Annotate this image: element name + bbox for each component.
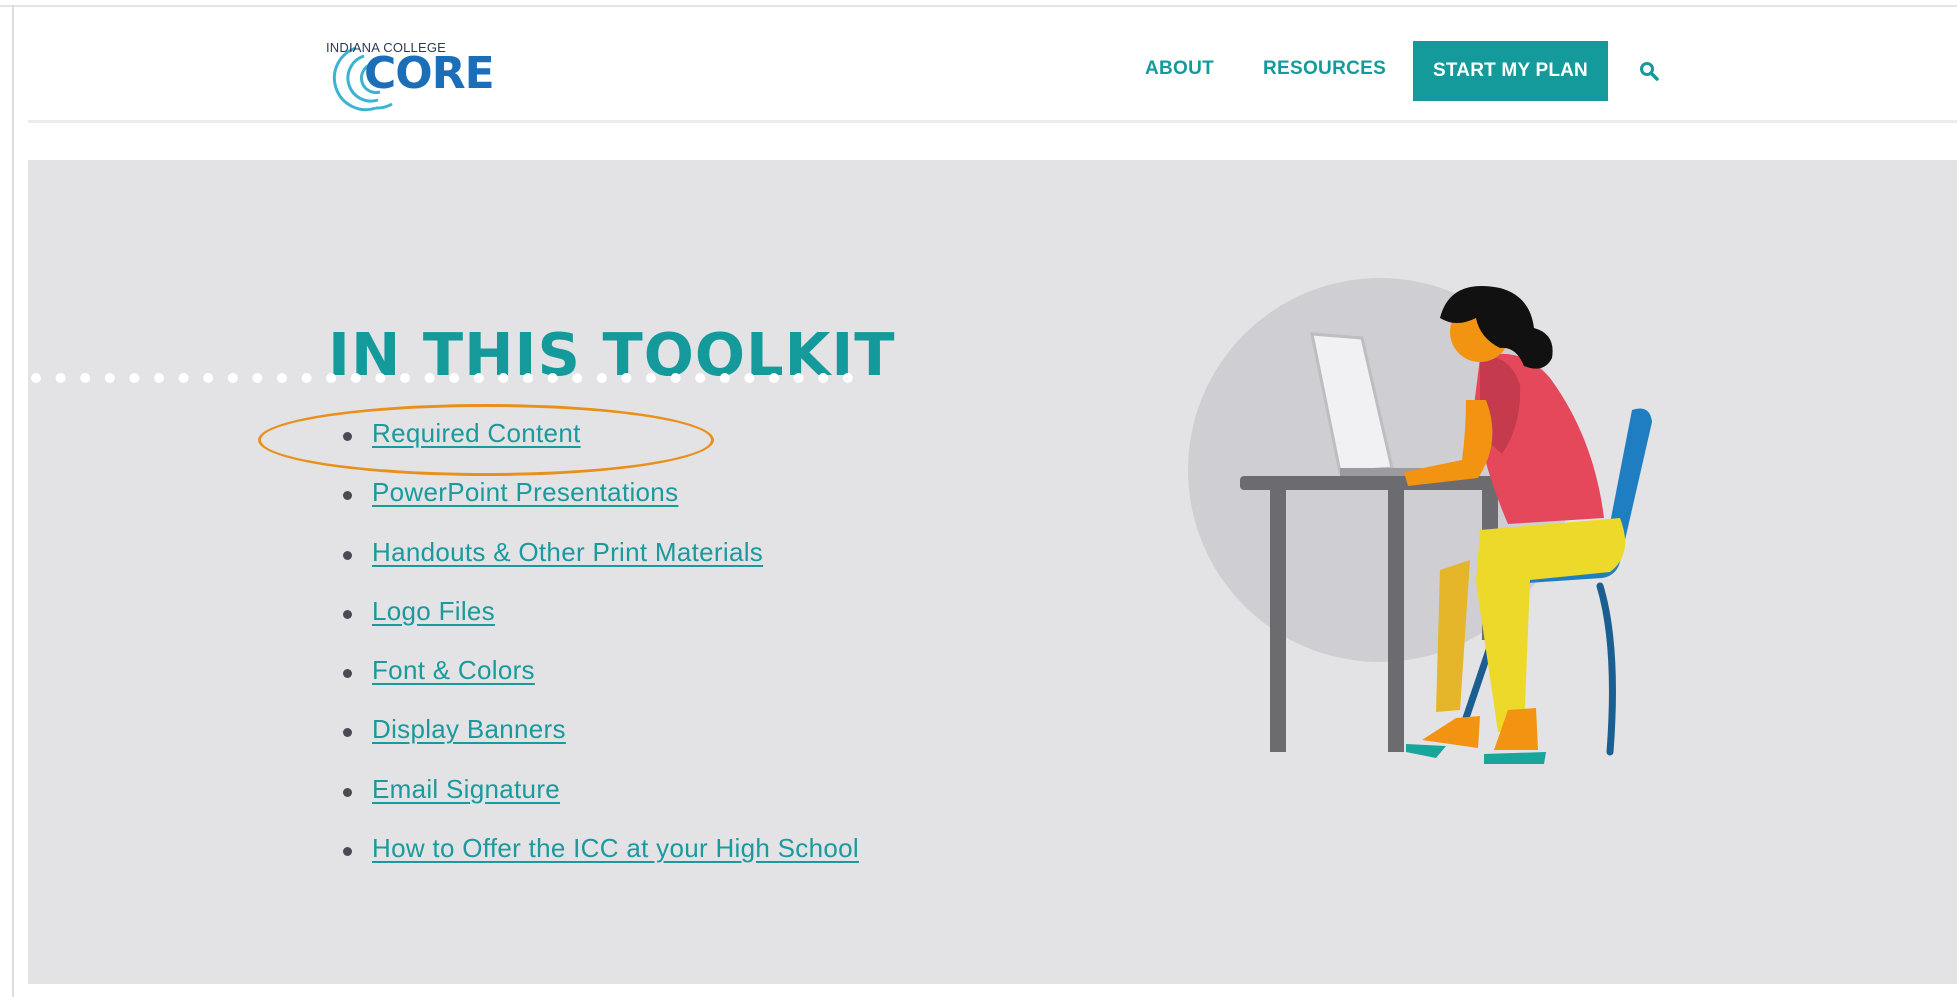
search-icon[interactable] xyxy=(1638,60,1662,84)
bullet-icon xyxy=(343,491,352,501)
link-display-banners[interactable]: Display Banners xyxy=(372,714,566,745)
divider-dot xyxy=(31,373,41,383)
start-my-plan-button[interactable]: START MY PLAN xyxy=(1413,41,1608,101)
divider-dot xyxy=(104,373,115,383)
link-how-to-offer-icc[interactable]: How to Offer the ICC at your High School xyxy=(372,833,859,864)
link-handouts[interactable]: Handouts & Other Print Materials xyxy=(372,537,763,568)
divider-dot xyxy=(793,373,804,383)
divider-dot xyxy=(547,373,558,383)
list-item: Handouts & Other Print Materials xyxy=(343,537,859,596)
bullet-icon xyxy=(343,550,352,560)
divider-dot xyxy=(695,373,706,383)
link-required-content[interactable]: Required Content xyxy=(372,418,581,449)
list-item: Email Signature xyxy=(343,774,859,833)
divider-dot xyxy=(129,373,140,383)
list-item: Display Banners xyxy=(343,714,859,773)
divider-dot xyxy=(178,373,189,383)
divider-dot xyxy=(769,373,779,383)
divider-dot xyxy=(473,373,484,383)
divider-dot xyxy=(55,373,66,383)
list-item: Logo Files xyxy=(343,596,859,655)
link-font-colors[interactable]: Font & Colors xyxy=(372,655,535,686)
header-divider xyxy=(28,120,1957,123)
divider-dot xyxy=(154,373,164,383)
divider-dot xyxy=(449,373,460,383)
bullet-icon xyxy=(343,609,352,619)
link-powerpoint-presentations[interactable]: PowerPoint Presentations xyxy=(372,477,678,508)
list-item: Font & Colors xyxy=(343,655,859,714)
woman-at-laptop-illustration xyxy=(1188,278,1652,764)
divider-dot xyxy=(523,373,533,383)
nav-resources[interactable]: RESOURCES xyxy=(1263,58,1386,80)
list-item: Required Content xyxy=(343,418,859,477)
bullet-icon xyxy=(343,847,352,857)
divider-dot xyxy=(719,373,730,383)
divider-dot xyxy=(227,373,238,383)
link-email-signature[interactable]: Email Signature xyxy=(372,774,560,805)
divider-dot xyxy=(375,373,386,383)
toolkit-links-list: Required Content PowerPoint Presentation… xyxy=(343,418,859,892)
link-logo-files[interactable]: Logo Files xyxy=(372,596,495,627)
nav-about[interactable]: ABOUT xyxy=(1145,58,1214,80)
divider-dot xyxy=(818,373,829,383)
list-item: PowerPoint Presentations xyxy=(343,477,859,536)
divider-dot xyxy=(301,373,312,383)
divider-dot xyxy=(400,373,410,383)
divider-dot xyxy=(646,373,656,383)
bullet-icon xyxy=(343,787,352,797)
divider-dot xyxy=(326,373,337,383)
frame-left-border xyxy=(12,5,14,997)
divider-dot xyxy=(744,373,755,383)
bullet-icon xyxy=(343,669,352,679)
divider-dot xyxy=(203,373,214,383)
divider-dot xyxy=(498,373,509,383)
divider-dot xyxy=(350,373,361,383)
site-logo[interactable]: INDIANA COLLEGE CORE xyxy=(326,28,495,112)
divider-dot xyxy=(621,373,632,383)
divider-dot xyxy=(842,373,853,383)
list-item: How to Offer the ICC at your High School xyxy=(343,833,859,892)
bullet-icon xyxy=(343,432,352,441)
divider-dot xyxy=(252,373,263,383)
divider-dot xyxy=(670,373,681,383)
site-header xyxy=(14,7,1957,122)
logo-wordmark: CORE xyxy=(364,48,495,99)
divider-dot xyxy=(572,373,583,383)
bullet-icon xyxy=(343,728,352,738)
divider-dot xyxy=(277,373,287,383)
divider-dot xyxy=(424,373,435,383)
divider-dot xyxy=(596,373,607,383)
dotted-divider xyxy=(31,373,853,383)
divider-dot xyxy=(80,373,91,383)
